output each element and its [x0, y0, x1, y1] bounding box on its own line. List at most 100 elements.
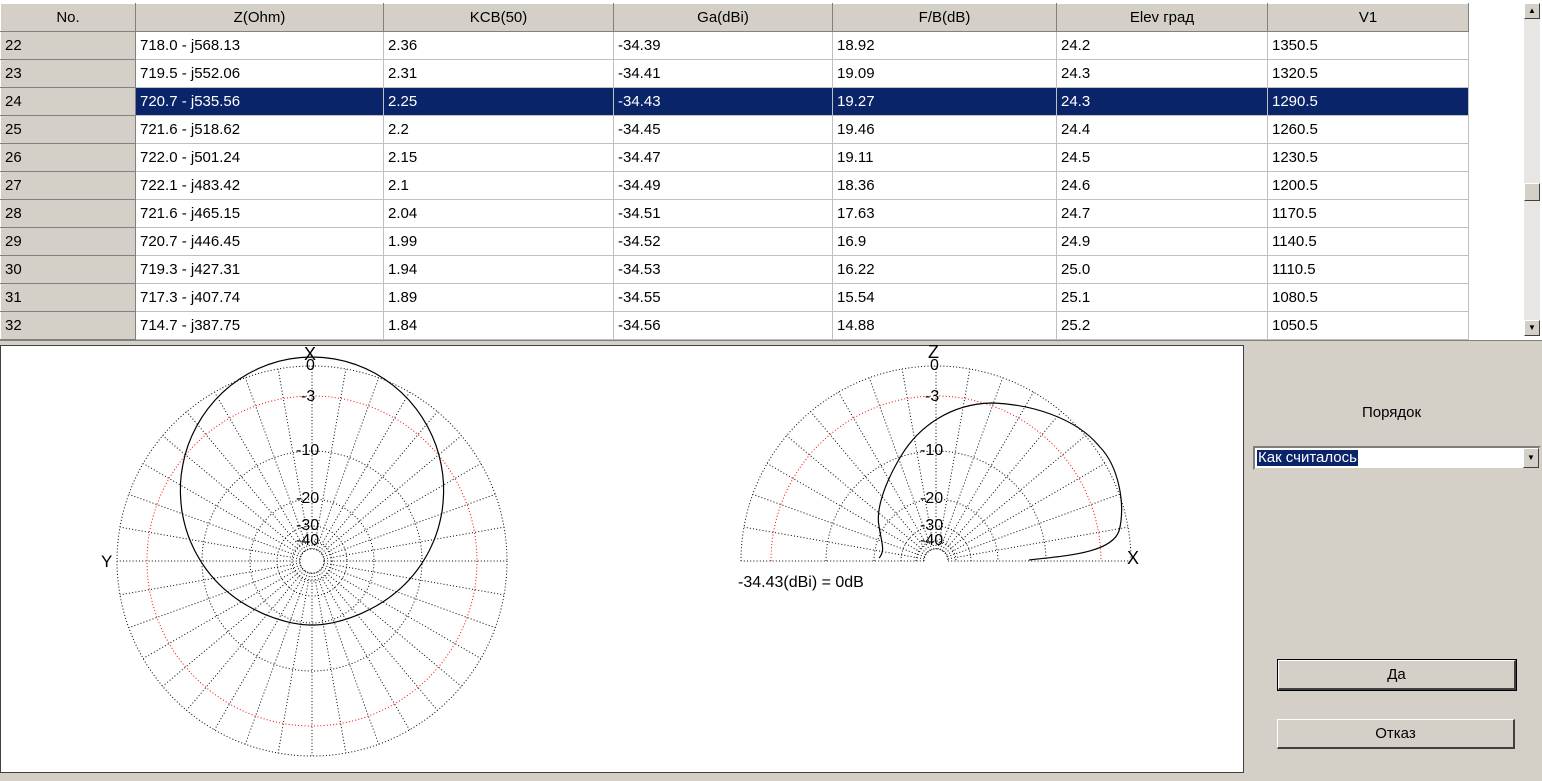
- table-row[interactable]: 28 721.6 - j465.15 2.04 -34.51 17.63 24.7 1170…: [0, 199, 1469, 228]
- table-cell[interactable]: 18.36: [832, 171, 1057, 200]
- table-cell[interactable]: -34.41: [613, 59, 833, 88]
- table-cell[interactable]: 2.1: [383, 171, 614, 200]
- table-cell[interactable]: 721.6 - j465.15: [135, 199, 384, 228]
- column-header[interactable]: Ga(dBi): [613, 3, 833, 32]
- table-cell[interactable]: 1170.5: [1267, 199, 1469, 228]
- scroll-up-arrow-icon[interactable]: ▲: [1524, 3, 1540, 19]
- table-cell[interactable]: 24.5: [1056, 143, 1268, 172]
- table-cell[interactable]: 718.0 - j568.13: [135, 31, 384, 60]
- table-cell[interactable]: 2.2: [383, 115, 614, 144]
- table-cell[interactable]: 1050.5: [1267, 311, 1469, 340]
- table-cell[interactable]: 2.25: [383, 87, 614, 116]
- table-row[interactable]: 22 718.0 - j568.13 2.36 -34.39 18.92 24.2 1350…: [0, 31, 1469, 60]
- row-number-cell[interactable]: 27: [0, 171, 136, 200]
- table-row[interactable]: 30 719.3 - j427.31 1.94 -34.53 16.22 25.0 1110…: [0, 255, 1469, 284]
- table-cell[interactable]: 25.0: [1056, 255, 1268, 284]
- scroll-down-arrow-icon[interactable]: ▼: [1524, 320, 1540, 336]
- table-cell[interactable]: 24.6: [1056, 171, 1268, 200]
- table-cell[interactable]: 19.11: [832, 143, 1057, 172]
- table-cell[interactable]: 16.9: [832, 227, 1057, 256]
- table-cell[interactable]: 24.3: [1056, 87, 1268, 116]
- table-cell[interactable]: 14.88: [832, 311, 1057, 340]
- table-cell[interactable]: 24.4: [1056, 115, 1268, 144]
- table-row[interactable]: 29 720.7 - j446.45 1.99 -34.52 16.9 24.9 1140.…: [0, 227, 1469, 256]
- table-cell[interactable]: -34.43: [613, 87, 833, 116]
- table-cell[interactable]: 720.7 - j446.45: [135, 227, 384, 256]
- table-cell[interactable]: 714.7 - j387.75: [135, 311, 384, 340]
- table-cell[interactable]: -34.53: [613, 255, 833, 284]
- table-cell[interactable]: -34.39: [613, 31, 833, 60]
- table-cell[interactable]: 19.46: [832, 115, 1057, 144]
- row-number-cell[interactable]: 26: [0, 143, 136, 172]
- table-cell[interactable]: 1.94: [383, 255, 614, 284]
- table-cell[interactable]: 2.36: [383, 31, 614, 60]
- table-cell[interactable]: 2.31: [383, 59, 614, 88]
- table-cell[interactable]: 721.6 - j518.62: [135, 115, 384, 144]
- table-cell[interactable]: 24.2: [1056, 31, 1268, 60]
- column-header[interactable]: KCB(50): [383, 3, 614, 32]
- table-cell[interactable]: 2.15: [383, 143, 614, 172]
- column-header[interactable]: Z(Ohm): [135, 3, 384, 32]
- table-row[interactable]: 23 719.5 - j552.06 2.31 -34.41 19.09 24.3 1320…: [0, 59, 1469, 88]
- order-select[interactable]: Как считалось ▼: [1253, 446, 1541, 470]
- table-cell[interactable]: -34.47: [613, 143, 833, 172]
- row-number-cell[interactable]: 29: [0, 227, 136, 256]
- table-cell[interactable]: 1320.5: [1267, 59, 1469, 88]
- table-cell[interactable]: 15.54: [832, 283, 1057, 312]
- results-grid[interactable]: No. Z(Ohm) KCB(50) Ga(dBi) F/B(dB) Elev град V…: [0, 0, 1542, 341]
- table-cell[interactable]: 1290.5: [1267, 87, 1469, 116]
- table-row[interactable]: 31 717.3 - j407.74 1.89 -34.55 15.54 25.1 1080…: [0, 283, 1469, 312]
- table-cell[interactable]: 24.7: [1056, 199, 1268, 228]
- table-cell[interactable]: 1140.5: [1267, 227, 1469, 256]
- dropdown-arrow-icon[interactable]: ▼: [1523, 448, 1539, 468]
- table-cell[interactable]: -34.55: [613, 283, 833, 312]
- table-cell[interactable]: 1200.5: [1267, 171, 1469, 200]
- table-row[interactable]: 32 714.7 - j387.75 1.84 -34.56 14.88 25.2 1050…: [0, 311, 1469, 340]
- table-cell[interactable]: 1.84: [383, 311, 614, 340]
- table-cell[interactable]: 717.3 - j407.74: [135, 283, 384, 312]
- row-number-cell[interactable]: 32: [0, 311, 136, 340]
- table-cell[interactable]: 25.2: [1056, 311, 1268, 340]
- table-cell[interactable]: 19.27: [832, 87, 1057, 116]
- row-number-cell[interactable]: 30: [0, 255, 136, 284]
- table-cell[interactable]: 1.89: [383, 283, 614, 312]
- vertical-scrollbar[interactable]: ▲ ▼: [1524, 3, 1540, 336]
- table-cell[interactable]: 19.09: [832, 59, 1057, 88]
- cancel-button[interactable]: Отказ: [1277, 719, 1515, 749]
- table-cell[interactable]: 18.92: [832, 31, 1057, 60]
- table-cell[interactable]: 25.1: [1056, 283, 1268, 312]
- table-cell[interactable]: -34.49: [613, 171, 833, 200]
- table-cell[interactable]: 1110.5: [1267, 255, 1469, 284]
- table-cell[interactable]: -34.56: [613, 311, 833, 340]
- table-cell[interactable]: 16.22: [832, 255, 1057, 284]
- table-row[interactable]: 25 721.6 - j518.62 2.2 -34.45 19.46 24.4 1260.…: [0, 115, 1469, 144]
- table-cell[interactable]: 24.3: [1056, 59, 1268, 88]
- table-cell[interactable]: 719.5 - j552.06: [135, 59, 384, 88]
- table-cell[interactable]: 1.99: [383, 227, 614, 256]
- table-row[interactable]: 27 722.1 - j483.42 2.1 -34.49 18.36 24.6 1200.…: [0, 171, 1469, 200]
- table-cell[interactable]: 1350.5: [1267, 31, 1469, 60]
- row-number-cell[interactable]: 31: [0, 283, 136, 312]
- row-number-cell[interactable]: 28: [0, 199, 136, 228]
- table-cell[interactable]: 1080.5: [1267, 283, 1469, 312]
- table-cell[interactable]: 719.3 - j427.31: [135, 255, 384, 284]
- table-cell[interactable]: 722.0 - j501.24: [135, 143, 384, 172]
- table-cell[interactable]: 2.04: [383, 199, 614, 228]
- table-cell[interactable]: 722.1 - j483.42: [135, 171, 384, 200]
- scroll-thumb[interactable]: [1524, 183, 1540, 201]
- table-cell[interactable]: -34.52: [613, 227, 833, 256]
- table-row[interactable]: 24 720.7 - j535.56 2.25 -34.43 19.27 24.3 1290…: [0, 87, 1469, 116]
- row-number-cell[interactable]: 25: [0, 115, 136, 144]
- row-number-cell[interactable]: 22: [0, 31, 136, 60]
- table-row[interactable]: 26 722.0 - j501.24 2.15 -34.47 19.11 24.5 1230…: [0, 143, 1469, 172]
- column-header[interactable]: F/B(dB): [832, 3, 1057, 32]
- row-number-cell[interactable]: 24: [0, 87, 136, 116]
- table-cell[interactable]: -34.51: [613, 199, 833, 228]
- row-number-cell[interactable]: 23: [0, 59, 136, 88]
- column-header[interactable]: No.: [0, 3, 136, 32]
- table-cell[interactable]: 1260.5: [1267, 115, 1469, 144]
- column-header[interactable]: Elev град: [1056, 3, 1268, 32]
- table-cell[interactable]: 17.63: [832, 199, 1057, 228]
- table-cell[interactable]: 1230.5: [1267, 143, 1469, 172]
- column-header[interactable]: V1: [1267, 3, 1469, 32]
